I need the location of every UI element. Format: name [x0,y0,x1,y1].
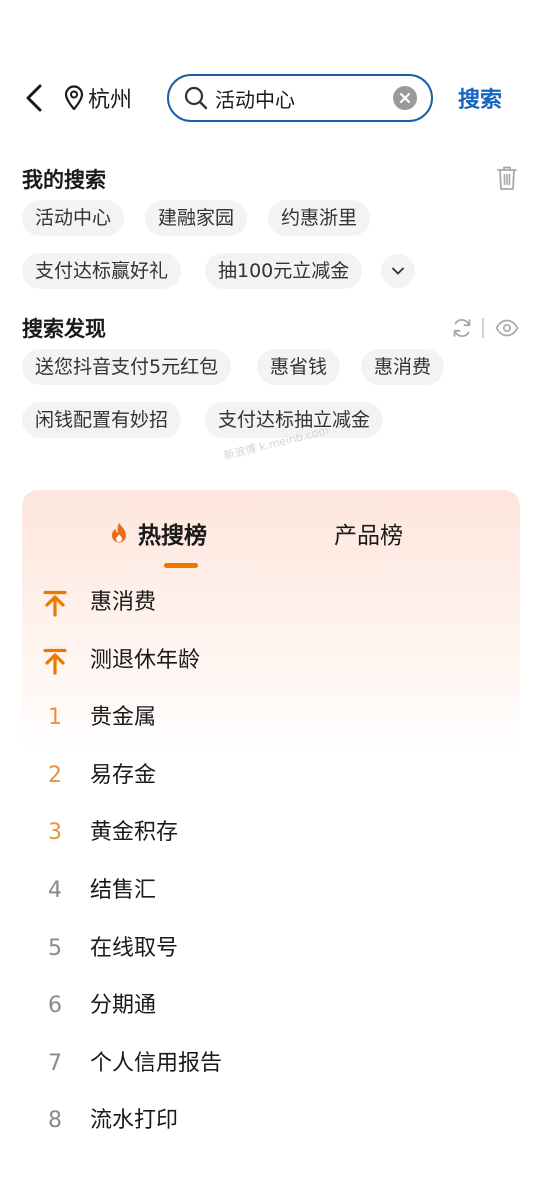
tab-product[interactable]: 产品榜 [334,518,403,549]
hot-list-item[interactable]: 7 个人信用报告 [22,1044,520,1084]
discover-title: 搜索发现 [22,317,106,341]
hot-item-label: 在线取号 [90,936,179,961]
history-chip[interactable]: 建融家园 [145,200,248,236]
rank-number: 5 [48,936,62,961]
hot-item-label: 分期通 [90,993,157,1018]
my-search-title: 我的搜索 [22,168,106,192]
rank-number: 3 [48,820,62,845]
clear-icon [399,92,411,104]
tab-hot-label: 热搜榜 [138,523,207,549]
hot-list-item[interactable]: 5 在线取号 [22,929,520,969]
back-button[interactable] [18,80,50,116]
pin-top-icon [42,589,68,621]
refresh-button[interactable] [450,316,474,340]
tab-product-label: 产品榜 [334,523,403,549]
hot-item-label: 测退休年龄 [90,648,201,673]
discover-chip[interactable]: 惠省钱 [257,349,341,385]
city-selector[interactable]: 杭州 [64,82,132,114]
search-box[interactable] [167,74,433,122]
history-chip[interactable]: 支付达标赢好礼 [22,253,182,289]
discover-chip[interactable]: 惠消费 [361,349,445,385]
hot-item-label: 结售汇 [90,878,157,903]
hot-item-label: 易存金 [90,763,157,788]
rank-number: 1 [48,705,62,730]
flame-icon [112,522,126,543]
hot-item-label: 贵金属 [90,705,157,730]
hot-list-item[interactable]: 4 结售汇 [22,871,520,911]
refresh-icon [453,319,471,337]
hot-list-item[interactable]: 1 贵金属 [22,698,520,738]
hot-list-item[interactable]: 2 易存金 [22,756,520,796]
hot-item-label: 流水打印 [90,1108,179,1133]
history-chip[interactable]: 约惠浙里 [268,200,371,236]
expand-history-button[interactable] [381,254,415,288]
rank-number: 7 [48,1051,62,1076]
hot-list-item[interactable]: 3 黄金积存 [22,813,520,853]
hot-list-item[interactable]: 8 流水打印 [22,1101,520,1141]
hot-list-item[interactable]: 惠消费 [22,583,520,623]
discover-chip[interactable]: 送您抖音支付5元红包 [22,349,232,385]
top-bar: 杭州 搜索 [0,72,540,124]
city-name: 杭州 [88,88,133,113]
active-tab-indicator [164,563,198,568]
rank-number: 2 [48,763,62,788]
search-input[interactable] [215,76,385,120]
rank-number: 4 [48,878,62,903]
location-pin-icon [64,85,84,111]
hot-list-item[interactable]: 6 分期通 [22,986,520,1026]
trash-icon [497,166,517,190]
back-arrow-icon [26,84,42,112]
eye-icon [495,319,519,337]
rank-number: 8 [48,1108,62,1133]
history-chip[interactable]: 抽100元立减金 [205,253,363,289]
hot-list-card: 热搜榜 产品榜 惠消费测退休年龄 1 贵金属 2 易存金 3 黄金积存 4 结售汇 5 在线取号 6 分… [22,490,520,1186]
chevron-down-icon [392,267,404,275]
hot-item-label: 个人信用报告 [90,1051,223,1076]
visibility-toggle[interactable] [494,317,520,339]
clear-button[interactable] [393,86,417,110]
history-chip[interactable]: 活动中心 [22,200,125,236]
hot-item-label: 黄金积存 [90,820,179,845]
discover-chip[interactable]: 闲钱配置有妙招 [22,402,182,438]
hot-item-label: 惠消费 [90,590,157,615]
tab-hot-search[interactable]: 热搜榜 [108,518,207,549]
hot-list-item[interactable]: 测退休年龄 [22,641,520,681]
delete-history-button[interactable] [494,164,520,192]
search-icon [184,86,208,110]
pin-top-icon [42,647,68,679]
rank-number: 6 [48,993,62,1018]
search-button[interactable]: 搜索 [458,82,502,114]
divider [482,318,484,338]
